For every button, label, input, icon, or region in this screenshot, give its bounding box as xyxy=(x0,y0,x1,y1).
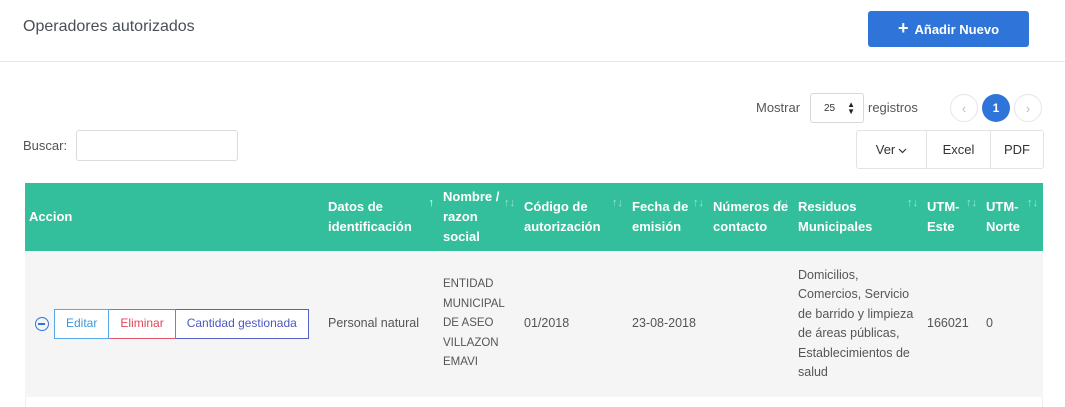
collapse-row-icon[interactable] xyxy=(35,317,49,331)
cell-contact-numbers xyxy=(709,251,794,397)
col-header-label: Datos de identificación xyxy=(328,199,412,234)
cell-name: ENTIDAD MUNICIPAL DE ASEO VILLAZON EMAVI xyxy=(439,251,520,397)
add-new-button[interactable]: + Añadir Nuevo xyxy=(868,11,1029,47)
export-buttons: Ver Excel PDF xyxy=(856,130,1044,169)
col-header-label: Residuos Municipales xyxy=(798,199,873,234)
table-row: Editar Eliminar Cantidad gestionada Pers… xyxy=(25,251,1043,397)
col-header-residuos[interactable]: Residuos Municipales ↑↓ xyxy=(794,183,923,251)
search-input[interactable] xyxy=(76,130,238,161)
table-header-row: Accion Datos de identificación ↑ Nombre … xyxy=(25,183,1043,251)
col-header-label: Números de contacto xyxy=(713,199,789,234)
plus-icon: + xyxy=(897,18,909,38)
column-visibility-button[interactable]: Ver xyxy=(857,131,927,168)
sort-icon: ↑↓ xyxy=(966,197,977,209)
select-caret-icon: ▲ ▼ xyxy=(847,100,855,116)
sort-icon: ↑↓ xyxy=(907,197,918,209)
search-label: Buscar: xyxy=(23,138,68,153)
chevron-down-icon xyxy=(898,148,907,153)
sort-icon: ↑↓ xyxy=(693,197,704,209)
pagination-next[interactable]: › xyxy=(1014,94,1042,122)
col-header-identificacion[interactable]: Datos de identificación ↑ xyxy=(324,183,439,251)
page-title: Operadores autorizados xyxy=(23,18,195,35)
column-visibility-label: Ver xyxy=(875,142,896,157)
cell-utm-east: 166021 xyxy=(923,251,982,397)
col-header-label: Fecha de emisión xyxy=(632,199,689,234)
sort-icon: ↑↓ xyxy=(612,197,623,209)
sort-icon: ↑↓ xyxy=(1027,197,1038,209)
records-label: registros xyxy=(868,100,918,115)
table-row-spill xyxy=(25,397,1043,407)
col-header-codigo[interactable]: Código de autorización ↑↓ xyxy=(520,183,628,251)
col-header-label: UTM-Norte xyxy=(986,199,1020,234)
edit-button[interactable]: Editar xyxy=(54,309,110,339)
col-header-utm-este[interactable]: UTM-Este ↑↓ xyxy=(923,183,982,251)
sort-icon: ↑↓ xyxy=(778,197,789,209)
cell-municipal-waste: Domicilios, Comercios, Servicio de barri… xyxy=(794,251,923,397)
chevron-left-icon: ‹ xyxy=(961,100,967,116)
col-header-accion[interactable]: Accion xyxy=(25,183,324,251)
chevron-right-icon: › xyxy=(1025,100,1031,116)
col-header-utm-norte[interactable]: UTM-Norte ↑↓ xyxy=(982,183,1043,251)
page-header: Operadores autorizados + Añadir Nuevo xyxy=(0,0,1065,62)
cell-authorization-code: 01/2018 xyxy=(520,251,628,397)
pagination-prev[interactable]: ‹ xyxy=(950,94,978,122)
operators-table: Accion Datos de identificación ↑ Nombre … xyxy=(25,183,1043,397)
col-header-nombre[interactable]: Nombre / razon social ↑↓ xyxy=(439,183,520,251)
sort-asc-icon: ↑ xyxy=(428,197,435,209)
col-header-contacto[interactable]: Números de contacto ↑↓ xyxy=(709,183,794,251)
cell-identification: Personal natural xyxy=(324,251,439,397)
page-size-value: 25 xyxy=(824,102,836,114)
cell-issue-date: 23-08-2018 xyxy=(628,251,709,397)
col-header-label: UTM-Este xyxy=(927,199,960,234)
pdf-button[interactable]: PDF xyxy=(991,131,1043,168)
show-label: Mostrar xyxy=(756,100,801,115)
excel-button[interactable]: Excel xyxy=(927,131,991,168)
cell-utm-north: 0 xyxy=(982,251,1043,397)
pagination-page-1[interactable]: 1 xyxy=(982,94,1010,122)
sort-icon: ↑↓ xyxy=(504,197,515,209)
action-cell: Editar Eliminar Cantidad gestionada xyxy=(25,251,324,397)
page-size-select[interactable]: 25 ▲ ▼ xyxy=(810,93,864,123)
add-new-label: Añadir Nuevo xyxy=(914,21,1000,37)
delete-button[interactable]: Eliminar xyxy=(109,309,176,339)
col-header-label: Código de autorización xyxy=(524,199,601,234)
col-header-label: Nombre / razon social xyxy=(443,189,500,244)
quantity-button[interactable]: Cantidad gestionada xyxy=(175,309,309,339)
col-header-fecha[interactable]: Fecha de emisión ↑↓ xyxy=(628,183,709,251)
col-header-label: Accion xyxy=(29,209,73,224)
